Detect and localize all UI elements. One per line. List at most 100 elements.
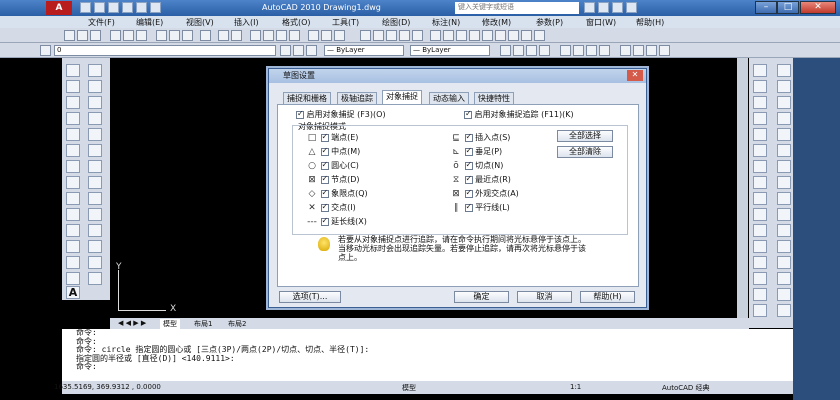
line-draw-icon[interactable] bbox=[500, 45, 511, 56]
save-icon[interactable] bbox=[108, 2, 119, 13]
menu-view[interactable]: 视图(V) bbox=[186, 17, 214, 28]
dim-quick-icon[interactable] bbox=[443, 30, 454, 41]
erase-tool-icon[interactable] bbox=[88, 64, 102, 77]
ok-button[interactable]: 确定 bbox=[454, 291, 509, 303]
rectangle-icon[interactable] bbox=[66, 128, 80, 141]
copy-tool-icon[interactable] bbox=[88, 80, 102, 93]
snap-mode-insertion[interactable]: ⊑ 插入点(S) bbox=[450, 132, 510, 144]
help-button[interactable]: 帮助(H) bbox=[580, 291, 635, 303]
vertical-scrollbar[interactable] bbox=[737, 58, 748, 320]
enable-snap-checkbox[interactable] bbox=[296, 109, 304, 119]
help-icon[interactable] bbox=[626, 2, 637, 13]
snap-mode-parallel[interactable]: ∥ 平行线(L) bbox=[450, 202, 510, 214]
new-icon[interactable] bbox=[80, 2, 91, 13]
offset-tool-icon[interactable] bbox=[88, 112, 102, 125]
snap-endpoint-icon[interactable] bbox=[753, 96, 767, 109]
quadrant-checkbox[interactable] bbox=[320, 188, 329, 198]
menu-edit[interactable]: 编辑(E) bbox=[136, 17, 163, 28]
dim-continue-right-icon[interactable] bbox=[777, 240, 791, 253]
dialog-close-button[interactable]: ✕ bbox=[627, 70, 643, 81]
properties-icon[interactable] bbox=[308, 30, 319, 41]
trim-icon[interactable] bbox=[88, 208, 102, 221]
enable-snap-row[interactable]: 启用对象捕捉 (F3)(O) bbox=[296, 109, 386, 120]
tab-quick-properties[interactable]: 快捷特性 bbox=[474, 92, 514, 104]
close-button[interactable]: ✕ bbox=[800, 1, 836, 14]
model-button[interactable]: 模型 bbox=[402, 383, 416, 393]
snap-midpoint-icon[interactable] bbox=[753, 112, 767, 125]
move-icon[interactable] bbox=[633, 45, 644, 56]
cut-icon[interactable] bbox=[156, 30, 167, 41]
arc-icon[interactable] bbox=[66, 144, 80, 157]
zoom-realtime-icon[interactable] bbox=[263, 30, 274, 41]
menu-draw[interactable]: 绘图(D) bbox=[382, 17, 410, 28]
dim-ordinate-right-icon[interactable] bbox=[777, 128, 791, 141]
break-icon[interactable] bbox=[88, 240, 102, 253]
zoom-previous-icon[interactable] bbox=[289, 30, 300, 41]
dim-arc-right-icon[interactable] bbox=[777, 112, 791, 125]
command-window[interactable]: 命令: 命令: 命令: circle 指定圆的圆心或 [三点(3P)/两点(2P… bbox=[62, 328, 793, 381]
match-prop-icon[interactable] bbox=[200, 30, 211, 41]
node-checkbox[interactable] bbox=[320, 174, 329, 184]
array-tool-icon[interactable] bbox=[88, 128, 102, 141]
favorites-icon[interactable] bbox=[612, 2, 623, 13]
offset-icon[interactable] bbox=[599, 45, 610, 56]
menu-modify[interactable]: 修改(M) bbox=[482, 17, 511, 28]
osnap-settings-icon[interactable] bbox=[777, 64, 791, 77]
dim-arc-icon[interactable] bbox=[386, 30, 397, 41]
select-all-button[interactable]: 全部选择 bbox=[557, 130, 613, 142]
snap-perpendicular-icon[interactable] bbox=[753, 224, 767, 237]
zoom-window-icon[interactable] bbox=[276, 30, 287, 41]
chamfer-icon[interactable] bbox=[88, 272, 102, 285]
snap-mode-nearest[interactable]: ⧖ 最近点(R) bbox=[450, 174, 511, 186]
join-icon[interactable] bbox=[88, 256, 102, 269]
options-button[interactable]: 选项(T)... bbox=[279, 291, 341, 303]
tool-palettes-icon[interactable] bbox=[334, 30, 345, 41]
minimize-button[interactable]: – bbox=[755, 1, 777, 14]
open-icon[interactable] bbox=[94, 2, 105, 13]
make-current-layer-icon[interactable] bbox=[280, 45, 291, 56]
polygon-tool-icon[interactable] bbox=[66, 112, 80, 125]
snap-mode-midpoint[interactable]: △ 中点(M) bbox=[306, 146, 361, 158]
dim-ordinate-icon[interactable] bbox=[399, 30, 410, 41]
ellipse-icon[interactable] bbox=[66, 208, 80, 221]
dim-angular-right-icon[interactable] bbox=[777, 192, 791, 205]
stretch-icon[interactable] bbox=[88, 192, 102, 205]
tab-model[interactable]: 模型 bbox=[160, 319, 180, 329]
midpoint-checkbox[interactable] bbox=[320, 146, 329, 156]
mtext-icon[interactable]: A bbox=[66, 286, 80, 299]
polygon-icon[interactable] bbox=[539, 45, 550, 56]
cancel-button[interactable]: 取消 bbox=[517, 291, 572, 303]
dim-linear-right-icon[interactable] bbox=[777, 80, 791, 93]
maximize-button[interactable]: □ bbox=[777, 1, 799, 14]
dim-continue-icon[interactable] bbox=[469, 30, 480, 41]
snap-intersection-icon[interactable] bbox=[753, 128, 767, 141]
snap-center-icon[interactable] bbox=[753, 176, 767, 189]
plot-icon[interactable] bbox=[110, 30, 121, 41]
polyline-tool-icon[interactable] bbox=[66, 96, 80, 109]
layer-manager-icon[interactable] bbox=[40, 45, 51, 56]
hatch-icon[interactable] bbox=[66, 272, 80, 285]
dim-break-icon[interactable] bbox=[777, 272, 791, 285]
copy-icon[interactable] bbox=[169, 30, 180, 41]
menu-file[interactable]: 文件(F) bbox=[88, 17, 115, 28]
snap-mode-apparent[interactable]: ⊠ 外观交点(A) bbox=[450, 188, 519, 200]
qdim-icon[interactable] bbox=[777, 208, 791, 221]
snap-from-icon[interactable] bbox=[753, 80, 767, 93]
center-mark-right-icon[interactable] bbox=[777, 304, 791, 317]
undo-icon[interactable] bbox=[136, 2, 147, 13]
scale-icon[interactable] bbox=[659, 45, 670, 56]
center-checkbox[interactable] bbox=[320, 160, 329, 170]
snap-none-icon[interactable] bbox=[753, 304, 767, 317]
open-file-icon[interactable] bbox=[77, 30, 88, 41]
snap-insert-icon[interactable] bbox=[753, 256, 767, 269]
comm-center-icon[interactable] bbox=[598, 2, 609, 13]
tab-dynamic-input[interactable]: 动态输入 bbox=[429, 92, 469, 104]
endpoint-checkbox[interactable] bbox=[320, 132, 329, 142]
insert-block-icon[interactable] bbox=[66, 240, 80, 253]
tab-nav-icon[interactable]: ◀ ◀ ▶ ▶ bbox=[118, 319, 146, 327]
snap-apparent-icon[interactable] bbox=[753, 144, 767, 157]
save-file-icon[interactable] bbox=[90, 30, 101, 41]
enable-track-checkbox[interactable] bbox=[464, 109, 472, 119]
dim-baseline-icon[interactable] bbox=[456, 30, 467, 41]
layer-state-icon[interactable] bbox=[306, 45, 317, 56]
